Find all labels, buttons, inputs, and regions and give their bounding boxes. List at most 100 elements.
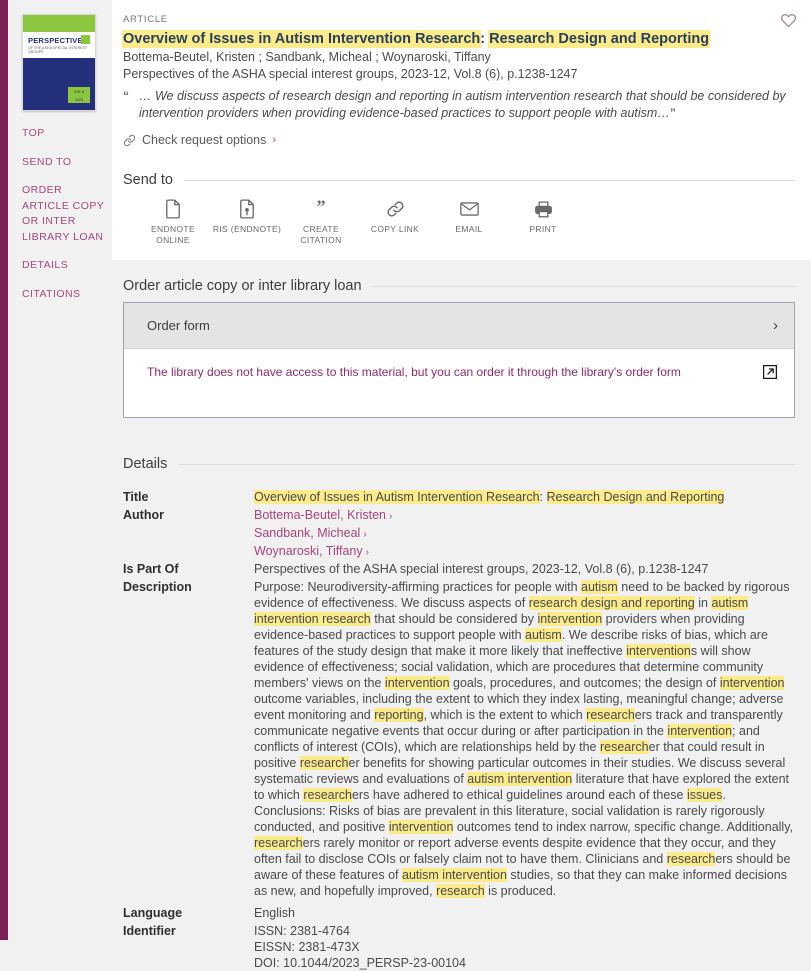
send-to-endnote-online-button[interactable]: ENDNOTE ONLINE	[136, 199, 210, 246]
link-icon	[358, 199, 432, 219]
record-type-label: ARTICLE	[123, 14, 168, 25]
details-table: Title Overview of Issues in Autism Inter…	[123, 489, 795, 971]
details-title-sep: :	[539, 490, 547, 504]
cover-top-band	[23, 15, 95, 32]
details-description-value: Purpose: Neurodiversity-affirming practi…	[254, 580, 794, 898]
details-description-label: Description	[123, 580, 192, 594]
order-message-text: The library does not have access to this…	[147, 365, 681, 379]
details-is-part-of-label: Is Part Of	[123, 562, 179, 576]
order-panel-footer	[124, 395, 794, 417]
details-identifier-values: ISSN: 2381-4764 EISSN: 2381-473X DOI: 10…	[254, 923, 795, 971]
send-to-ris-button[interactable]: RIS (ENDNOTE)	[210, 199, 284, 246]
check-request-options-label: Check request options	[142, 133, 267, 147]
details-author-name-3: Woynaroski, Tiffany	[254, 544, 363, 558]
details-language-label: Language	[123, 906, 183, 920]
sidebar-item-send-to[interactable]: SEND TO	[22, 155, 112, 171]
details-author-name-1: Bottema-Beutel, Kristen	[254, 508, 387, 522]
details-heading: Details	[123, 456, 795, 472]
details-author-link-1[interactable]: Bottema-Beutel, Kristen ›	[254, 507, 795, 525]
details-section: Details Title Overview of Issues in Auti…	[112, 456, 811, 971]
link-chain-icon	[123, 134, 136, 147]
details-identifier-issn: ISSN: 2381-4764	[254, 924, 350, 938]
order-message-row: The library does not have access to this…	[124, 349, 794, 395]
details-row-title: Title Overview of Issues in Autism Inter…	[123, 489, 795, 507]
page-root: PERSPECTIVES OF THE ASHA SPECIAL INTERES…	[8, 0, 811, 970]
record-authors: Bottema-Beutel, Kristen ; Sandbank, Mich…	[123, 50, 491, 64]
left-rail: PERSPECTIVES OF THE ASHA SPECIAL INTERES…	[22, 14, 112, 315]
order-section: Order article copy or inter library loan…	[112, 278, 811, 418]
main-column: ARTICLE Overview of Issues in Autism Int…	[112, 0, 811, 971]
envelope-icon	[432, 199, 506, 219]
journal-cover-thumbnail[interactable]: PERSPECTIVES OF THE ASHA SPECIAL INTERES…	[22, 14, 96, 111]
send-to-copy-link-button[interactable]: COPY LINK	[358, 199, 432, 246]
send-to-endnote-online-label: ENDNOTE ONLINE	[150, 224, 195, 245]
chevron-right-icon: ›	[365, 547, 369, 558]
heart-icon[interactable]	[780, 12, 797, 28]
details-row-language: Language English	[123, 905, 795, 923]
check-request-options-link[interactable]: Check request options ›	[123, 133, 795, 147]
cover-issue-chip: VOL 8 2023	[68, 87, 90, 103]
quote-icon: ”	[284, 197, 358, 219]
order-form-label: Order form	[147, 318, 210, 333]
send-to-print-label: PRINT	[529, 224, 557, 234]
record-summary-card: ARTICLE Overview of Issues in Autism Int…	[112, 0, 811, 159]
order-heading: Order article copy or inter library loan	[123, 278, 795, 294]
heading-rule	[372, 285, 795, 287]
send-to-heading: Send to	[123, 172, 795, 188]
sidebar-item-order[interactable]: ORDER ARTICLE COPY OR INTER LIBRARY LOAN	[22, 183, 112, 245]
chevron-right-icon: ›	[272, 134, 277, 146]
sidebar-item-citations[interactable]: CITATIONS	[22, 287, 112, 303]
sidebar-item-top[interactable]: TOP	[22, 126, 112, 142]
quote-open-icon: “	[123, 89, 129, 103]
details-row-is-part-of: Is Part Of Perspectives of the ASHA spec…	[123, 561, 795, 579]
details-identifier-eissn: EISSN: 2381-473X	[254, 940, 360, 954]
send-to-email-button[interactable]: EMAIL	[432, 199, 506, 246]
details-identifier-label: Identifier	[123, 924, 176, 938]
document-icon	[136, 199, 210, 219]
send-to-heading-label: Send to	[123, 172, 173, 188]
details-row-author: Author Bottema-Beutel, Kristen › Sandbank…	[123, 507, 795, 561]
send-to-section: Send to ENDNOTE ONLINE RIS (ENDNOTE) ” C…	[112, 159, 811, 260]
record-title-separator: :	[480, 31, 490, 47]
details-title-value: Overview of Issues in Autism Interventio…	[254, 489, 795, 507]
record-title-part-2: Research Design and Reporting	[489, 31, 710, 47]
chevron-right-icon: ›	[773, 317, 778, 334]
record-title-link[interactable]: Overview of Issues in Autism Interventio…	[123, 31, 710, 47]
record-title-part-1: Overview of Issues in Autism Interventio…	[123, 31, 481, 47]
order-panel: Order form › The library does not have a…	[123, 302, 795, 418]
details-title-label: Title	[123, 490, 149, 504]
heading-rule	[184, 179, 795, 181]
send-to-create-citation-label: CREATE CITATION	[300, 224, 342, 245]
cover-journal-title: PERSPECTIVES	[28, 36, 88, 45]
details-author-link-2[interactable]: Sandbank, Micheal ›	[254, 525, 795, 543]
quote-close-icon: ”	[669, 106, 676, 120]
record-title-wrap: Overview of Issues in Autism Interventio…	[123, 30, 795, 49]
sidebar-item-details[interactable]: DETAILS	[22, 258, 112, 274]
ris-file-icon	[210, 199, 284, 219]
details-title-hl-2: Research Design and Reporting	[546, 490, 725, 504]
details-author-label: Author	[123, 508, 164, 522]
section-nav: TOP SEND TO ORDER ARTICLE COPY OR INTER …	[22, 126, 112, 302]
send-to-create-citation-button[interactable]: ” CREATE CITATION	[284, 197, 358, 246]
details-language-value: English	[254, 906, 295, 920]
send-to-email-label: EMAIL	[455, 224, 483, 234]
record-snippet-text: … We discuss aspects of research design …	[139, 89, 786, 120]
send-to-print-button[interactable]: PRINT	[506, 199, 580, 246]
details-author-link-3[interactable]: Woynaroski, Tiffany ›	[254, 543, 795, 561]
details-is-part-of-value: Perspectives of the ASHA special interes…	[254, 562, 709, 576]
chevron-right-icon: ›	[363, 529, 367, 540]
svg-text:”: ”	[317, 199, 326, 217]
send-to-copy-link-label: COPY LINK	[370, 224, 420, 234]
printer-icon	[506, 199, 580, 219]
cover-issue-line1: VOL 8	[73, 90, 85, 94]
cover-issue-line2: 2023	[75, 98, 83, 103]
order-form-row[interactable]: Order form ›	[124, 303, 794, 349]
cover-journal-subtitle: OF THE ASHA SPECIAL INTEREST GROUPS	[28, 46, 88, 54]
details-row-description: Description Purpose: Neurodiversity-affi…	[123, 579, 795, 899]
details-identifier-doi: DOI: 10.1044/2023_PERSP-23-00104	[254, 956, 466, 970]
details-author-name-2: Sandbank, Micheal	[254, 526, 361, 540]
heading-rule	[178, 463, 795, 465]
send-to-ris-label: RIS (ENDNOTE)	[212, 224, 282, 234]
external-link-icon[interactable]	[762, 364, 778, 380]
order-heading-label: Order article copy or inter library loan	[123, 278, 362, 294]
